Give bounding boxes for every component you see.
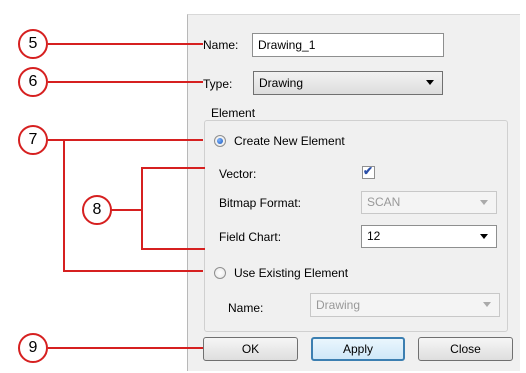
callout-5: 5 (18, 29, 48, 59)
callout-7: 7 (18, 125, 48, 155)
callout-lines (48, 43, 205, 349)
callout-9: 9 (18, 333, 48, 363)
callout-8: 8 (82, 195, 112, 225)
callout-6: 6 (18, 67, 48, 97)
callout-8-bracket (141, 167, 205, 250)
